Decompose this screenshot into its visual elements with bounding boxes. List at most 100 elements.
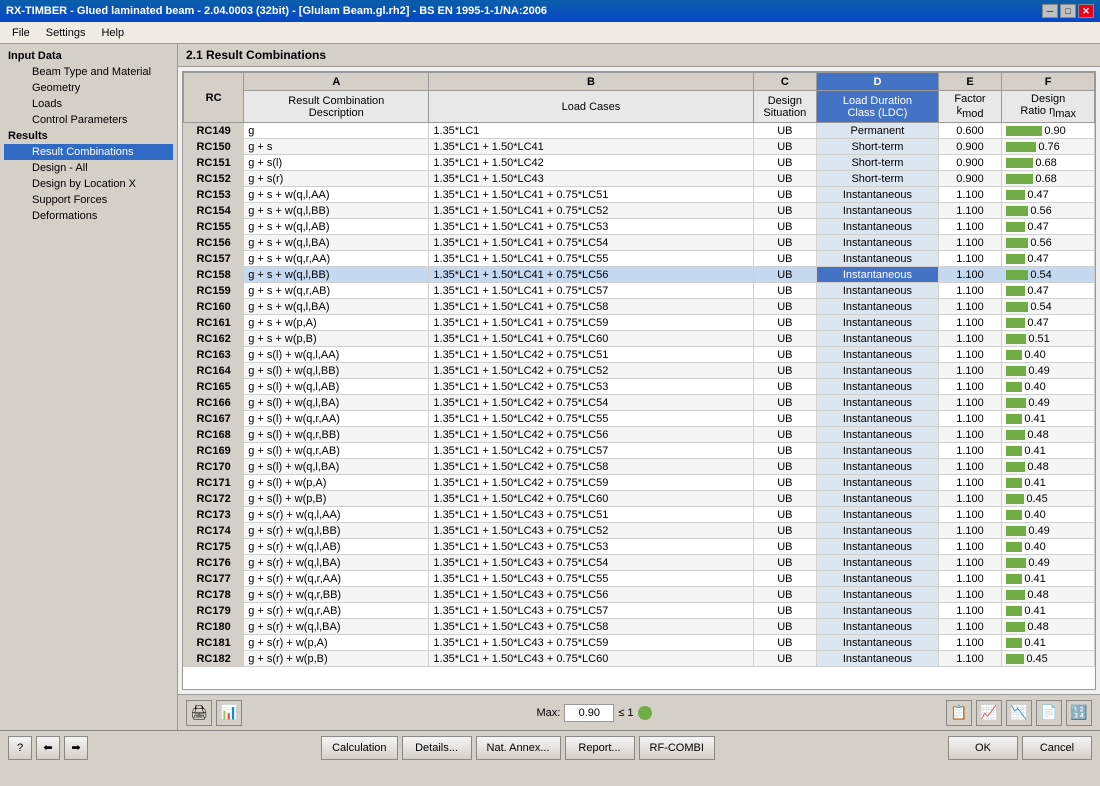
col-d-header: D (817, 73, 939, 91)
table-row[interactable]: RC149 g 1.35*LC1 UB Permanent 0.600 0.90 (184, 123, 1095, 139)
toolbar-btn-2[interactable]: 📊 (216, 700, 242, 726)
toolbar-btn-1[interactable]: 🖨 (186, 700, 212, 726)
icon-btn-2[interactable]: ➡ (64, 736, 88, 760)
table-row[interactable]: RC167 g + s(l) + w(q,r,AA) 1.35*LC1 + 1.… (184, 411, 1095, 427)
col-b-header: B (429, 73, 753, 91)
toolbar-btn-6[interactable]: 📄 (1036, 700, 1062, 726)
menu-file[interactable]: File (4, 25, 38, 41)
table-row[interactable]: RC173 g + s(r) + w(q,l,AA) 1.35*LC1 + 1.… (184, 507, 1095, 523)
nat-annex-button[interactable]: Nat. Annex... (476, 736, 561, 760)
table-row[interactable]: RC150 g + s 1.35*LC1 + 1.50*LC41 UB Shor… (184, 139, 1095, 155)
table-row[interactable]: RC178 g + s(r) + w(q,r,BB) 1.35*LC1 + 1.… (184, 587, 1095, 603)
table-row[interactable]: RC174 g + s(r) + w(q,l,BB) 1.35*LC1 + 1.… (184, 523, 1095, 539)
table-row[interactable]: RC157 g + s + w(q,r,AA) 1.35*LC1 + 1.50*… (184, 251, 1095, 267)
table-row[interactable]: RC166 g + s(l) + w(q,l,BA) 1.35*LC1 + 1.… (184, 395, 1095, 411)
ldc-cell: Instantaneous (817, 555, 939, 571)
table-row[interactable]: RC158 g + s + w(q,l,BB) 1.35*LC1 + 1.50*… (184, 267, 1095, 283)
table-row[interactable]: RC163 g + s(l) + w(q,l,AA) 1.35*LC1 + 1.… (184, 347, 1095, 363)
table-row[interactable]: RC156 g + s + w(q,l,BA) 1.35*LC1 + 1.50*… (184, 235, 1095, 251)
report-button[interactable]: Report... (565, 736, 635, 760)
close-button[interactable]: ✕ (1078, 4, 1094, 18)
rc-cell: RC179 (184, 603, 244, 619)
sidebar-item-support-forces[interactable]: Support Forces (4, 192, 173, 208)
desc-cell: g + s + w(q,l,BA) (244, 299, 429, 315)
desc-cell: g + s(r) + w(q,l,AB) (244, 539, 429, 555)
ldc-cell: Instantaneous (817, 203, 939, 219)
sidebar-item-beam-type[interactable]: Beam Type and Material (4, 64, 173, 80)
table-row[interactable]: RC179 g + s(r) + w(q,r,AB) 1.35*LC1 + 1.… (184, 603, 1095, 619)
maximize-button[interactable]: □ (1060, 4, 1076, 18)
design-cell: UB (753, 443, 817, 459)
factor-cell: 1.100 (938, 411, 1002, 427)
table-row[interactable]: RC180 g + s(r) + w(q,l,BA) 1.35*LC1 + 1.… (184, 619, 1095, 635)
ldc-cell: Short-term (817, 139, 939, 155)
table-row[interactable]: RC172 g + s(l) + w(p,B) 1.35*LC1 + 1.50*… (184, 491, 1095, 507)
table-row[interactable]: RC151 g + s(l) 1.35*LC1 + 1.50*LC42 UB S… (184, 155, 1095, 171)
menu-help[interactable]: Help (93, 25, 132, 41)
table-row[interactable]: RC152 g + s(r) 1.35*LC1 + 1.50*LC43 UB S… (184, 171, 1095, 187)
sidebar-item-result-combinations[interactable]: Result Combinations (4, 144, 173, 160)
table-row[interactable]: RC155 g + s + w(q,l,AB) 1.35*LC1 + 1.50*… (184, 219, 1095, 235)
col-a-header: A (244, 73, 429, 91)
table-row[interactable]: RC168 g + s(l) + w(q,r,BB) 1.35*LC1 + 1.… (184, 427, 1095, 443)
toolbar-btn-3[interactable]: 📋 (946, 700, 972, 726)
load-cell: 1.35*LC1 + 1.50*LC41 (429, 139, 753, 155)
table-row[interactable]: RC176 g + s(r) + w(q,l,BA) 1.35*LC1 + 1.… (184, 555, 1095, 571)
sidebar-input-data-label: Input Data (4, 48, 173, 64)
factor-cell: 1.100 (938, 267, 1002, 283)
ldc-cell: Instantaneous (817, 395, 939, 411)
col-factor-subheader: Factorkmod (938, 91, 1002, 123)
ok-button[interactable]: OK (948, 736, 1018, 760)
table-row[interactable]: RC175 g + s(r) + w(q,l,AB) 1.35*LC1 + 1.… (184, 539, 1095, 555)
toolbar-btn-5[interactable]: 📉 (1006, 700, 1032, 726)
table-row[interactable]: RC164 g + s(l) + w(q,l,BB) 1.35*LC1 + 1.… (184, 363, 1095, 379)
minimize-button[interactable]: ─ (1042, 4, 1058, 18)
sidebar-item-deformations[interactable]: Deformations (4, 208, 173, 224)
ldc-cell: Instantaneous (817, 315, 939, 331)
cancel-button[interactable]: Cancel (1022, 736, 1092, 760)
ratio-cell: 0.47 (1002, 283, 1095, 299)
calculation-button[interactable]: Calculation (321, 736, 397, 760)
factor-cell: 1.100 (938, 619, 1002, 635)
table-row[interactable]: RC170 g + s(l) + w(q,l,BA) 1.35*LC1 + 1.… (184, 459, 1095, 475)
ldc-cell: Instantaneous (817, 331, 939, 347)
sidebar-item-loads[interactable]: Loads (4, 96, 173, 112)
help-button[interactable]: ? (8, 736, 32, 760)
desc-cell: g + s + w(q,l,BB) (244, 203, 429, 219)
ratio-cell: 0.56 (1002, 235, 1095, 251)
design-cell: UB (753, 203, 817, 219)
menu-settings[interactable]: Settings (38, 25, 94, 41)
table-row[interactable]: RC160 g + s + w(q,l,BA) 1.35*LC1 + 1.50*… (184, 299, 1095, 315)
table-row[interactable]: RC177 g + s(r) + w(q,r,AA) 1.35*LC1 + 1.… (184, 571, 1095, 587)
rf-combi-button[interactable]: RF-COMBI (639, 736, 715, 760)
details-button[interactable]: Details... (402, 736, 472, 760)
desc-cell: g + s(l) + w(q,l,BA) (244, 459, 429, 475)
table-row[interactable]: RC169 g + s(l) + w(q,r,AB) 1.35*LC1 + 1.… (184, 443, 1095, 459)
table-row[interactable]: RC161 g + s + w(p,A) 1.35*LC1 + 1.50*LC4… (184, 315, 1095, 331)
table-row[interactable]: RC165 g + s(l) + w(q,l,AB) 1.35*LC1 + 1.… (184, 379, 1095, 395)
table-row[interactable]: RC182 g + s(r) + w(p,B) 1.35*LC1 + 1.50*… (184, 651, 1095, 667)
col-c-header: C (753, 73, 817, 91)
table-scroll[interactable]: RC A B C D E F Result CombinationDescrip… (183, 72, 1095, 689)
table-row[interactable]: RC181 g + s(r) + w(p,A) 1.35*LC1 + 1.50*… (184, 635, 1095, 651)
table-row[interactable]: RC154 g + s + w(q,l,BB) 1.35*LC1 + 1.50*… (184, 203, 1095, 219)
max-input[interactable] (564, 704, 614, 722)
factor-cell: 1.100 (938, 651, 1002, 667)
sidebar-item-design-all[interactable]: Design - All (4, 160, 173, 176)
toolbar-btn-4[interactable]: 📈 (976, 700, 1002, 726)
ratio-cell: 0.41 (1002, 411, 1095, 427)
desc-cell: g + s(r) + w(p,B) (244, 651, 429, 667)
table-row[interactable]: RC162 g + s + w(p,B) 1.35*LC1 + 1.50*LC4… (184, 331, 1095, 347)
sidebar-item-geometry[interactable]: Geometry (4, 80, 173, 96)
sidebar-item-design-by-location[interactable]: Design by Location X (4, 176, 173, 192)
sidebar-item-control-parameters[interactable]: Control Parameters (4, 112, 173, 128)
toolbar-btn-7[interactable]: 🔢 (1066, 700, 1092, 726)
design-cell: UB (753, 139, 817, 155)
desc-cell: g + s(l) + w(q,l,BB) (244, 363, 429, 379)
icon-btn-1[interactable]: ⬅ (36, 736, 60, 760)
btn-group-left: ? ⬅ ➡ (8, 736, 88, 760)
table-row[interactable]: RC153 g + s + w(q,l,AA) 1.35*LC1 + 1.50*… (184, 187, 1095, 203)
content-header: 2.1 Result Combinations (178, 44, 1100, 67)
table-row[interactable]: RC159 g + s + w(q,r,AB) 1.35*LC1 + 1.50*… (184, 283, 1095, 299)
table-row[interactable]: RC171 g + s(l) + w(p,A) 1.35*LC1 + 1.50*… (184, 475, 1095, 491)
